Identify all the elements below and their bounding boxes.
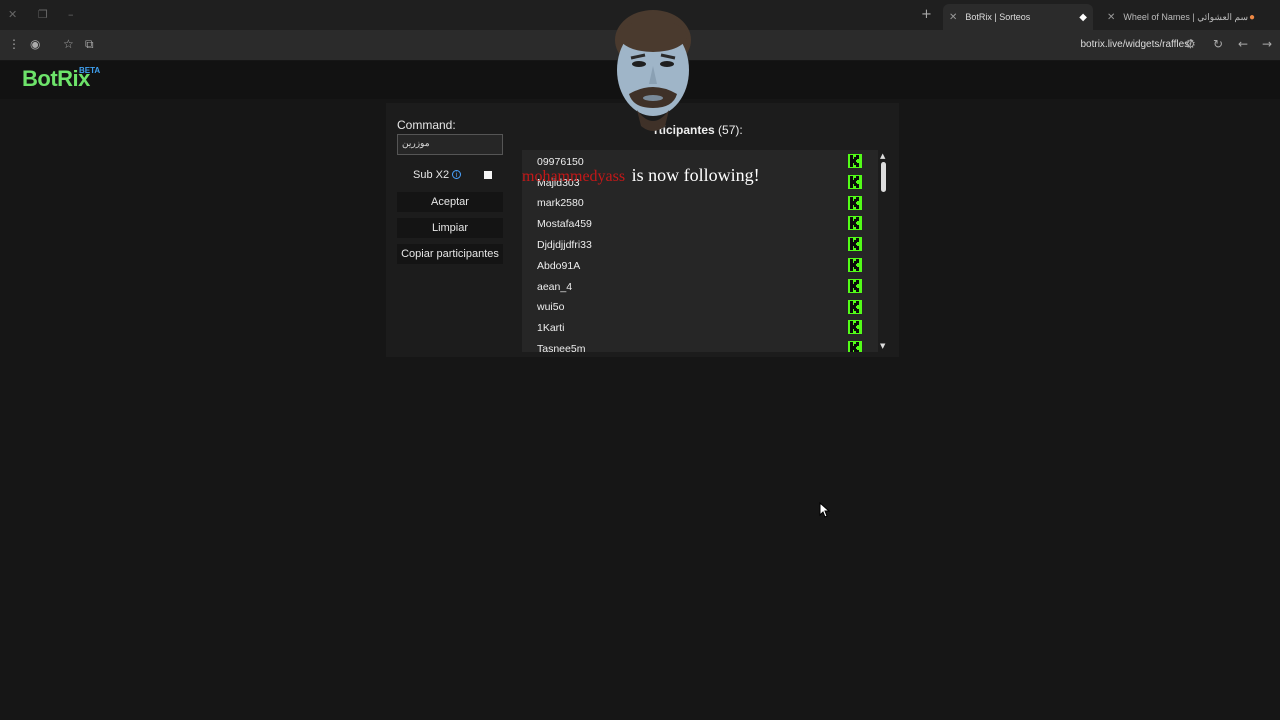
command-label: Command: xyxy=(397,118,456,132)
follow-alert: mohammedyass is now following! xyxy=(522,165,760,186)
tab-wheel-of-names[interactable]: ✕ Wheel of Names | اسم العشوائي ● xyxy=(1101,4,1261,30)
participant-name: Mostafa459 xyxy=(537,218,592,230)
command-value: موزرين xyxy=(402,138,430,148)
sub-x2-checkbox[interactable] xyxy=(484,171,492,179)
kick-platform-icon xyxy=(848,237,862,251)
participant-name: wui5o xyxy=(537,301,565,313)
participants-count: (57): xyxy=(718,123,743,137)
participant-name: Tasnee5m xyxy=(537,343,586,352)
kick-platform-icon xyxy=(848,258,862,272)
wheel-favicon-icon: ● xyxy=(1248,11,1255,23)
streamer-avatar-overlay xyxy=(615,10,691,131)
close-tab-icon[interactable]: ✕ xyxy=(1107,12,1115,23)
kick-platform-icon xyxy=(848,341,862,352)
command-input[interactable]: موزرين xyxy=(397,134,503,155)
copy-participants-button[interactable]: Copiar participantes xyxy=(397,244,503,264)
kick-platform-icon xyxy=(848,175,862,189)
minimize-window-icon[interactable]: – xyxy=(68,8,74,21)
beta-badge: BETA xyxy=(79,66,101,75)
menu-dots-icon[interactable]: ⋮ xyxy=(8,37,20,51)
follow-message: is now following! xyxy=(631,165,760,185)
forward-icon[interactable]: ← xyxy=(1238,37,1248,51)
kick-platform-icon xyxy=(848,196,862,210)
close-window-icon[interactable]: ✕ xyxy=(8,8,17,21)
accept-button[interactable]: Aceptar xyxy=(397,192,503,212)
info-icon[interactable]: i xyxy=(452,170,461,179)
clear-button[interactable]: Limpiar xyxy=(397,218,503,238)
participant-name: Djdjdjjdfri33 xyxy=(537,239,592,251)
scroll-down-arrow-icon[interactable]: ▼ xyxy=(880,342,885,350)
participant-name: mark2580 xyxy=(537,197,584,209)
follower-username: mohammedyass xyxy=(522,168,626,185)
scroll-thumb[interactable] xyxy=(881,162,886,192)
participant-name: 1Karti xyxy=(537,322,565,334)
kick-platform-icon xyxy=(848,320,862,334)
tab-title: Wheel of Names | اسم العشوائي xyxy=(1123,11,1249,22)
profile-icon[interactable]: ◉ xyxy=(30,37,40,51)
restore-window-icon[interactable]: ❐ xyxy=(38,8,48,21)
bookmark-star-icon[interactable]: ☆ xyxy=(63,37,74,51)
sub-x2-label: Sub X2 xyxy=(413,169,450,181)
botrix-favicon-icon: ◆ xyxy=(1079,11,1087,23)
tab-botrix[interactable]: ✕ BotRix | Sorteos ◆ xyxy=(943,4,1093,30)
back-icon[interactable]: → xyxy=(1262,37,1272,51)
close-tab-icon[interactable]: ✕ xyxy=(949,12,957,23)
kick-platform-icon xyxy=(848,300,862,314)
kick-platform-icon xyxy=(848,216,862,230)
kick-platform-icon xyxy=(848,154,862,168)
mouse-cursor-icon xyxy=(819,502,831,518)
url-field[interactable]: botrix.live/widgets/raffles/ xyxy=(1080,39,1192,50)
tab-title: BotRix | Sorteos xyxy=(965,12,1031,22)
new-tab-button[interactable]: + xyxy=(921,7,932,22)
participant-name: aean_4 xyxy=(537,281,573,293)
site-settings-icon[interactable]: ⚙ xyxy=(1185,37,1196,51)
kick-platform-icon xyxy=(848,279,862,293)
translate-icon[interactable]: ⧉ xyxy=(85,37,94,52)
participant-name: Abdo91A xyxy=(537,260,581,272)
reload-icon[interactable]: ↻ xyxy=(1213,37,1223,51)
scroll-up-arrow-icon[interactable]: ▲ xyxy=(880,152,885,160)
